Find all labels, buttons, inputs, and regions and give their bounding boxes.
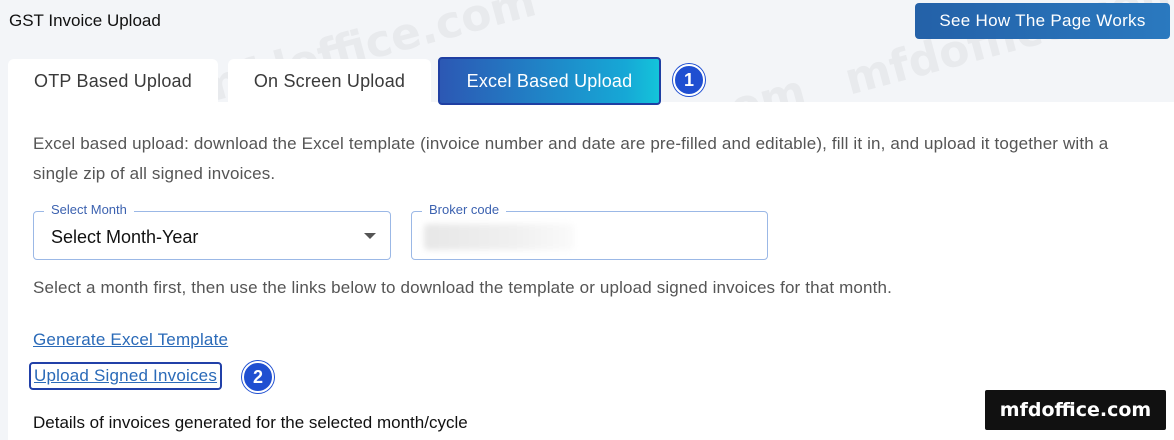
upload-description: Excel based upload: download the Excel t…	[33, 134, 1109, 183]
broker-code-field[interactable]: Broker code	[411, 202, 768, 260]
upload-signed-invoices-link[interactable]: Upload Signed Invoices	[29, 362, 223, 390]
broker-code-label: Broker code	[422, 202, 507, 217]
month-select-label: Select Month	[44, 202, 134, 217]
brand-logo: mfdoffice.com	[985, 390, 1166, 430]
month-select[interactable]: Select Month Select Month-Year	[33, 202, 391, 260]
month-hint: Select a month first, then use the links…	[33, 278, 892, 297]
invoice-details-heading: Details of invoices generated for the se…	[33, 413, 468, 432]
generate-excel-template-link[interactable]: Generate Excel Template	[33, 330, 228, 350]
tab-otp-upload[interactable]: OTP Based Upload	[8, 59, 218, 103]
how-page-works-button[interactable]: See How The Page Works	[915, 3, 1170, 39]
caret-down-icon	[364, 233, 376, 239]
tab-on-screen-upload[interactable]: On Screen Upload	[228, 59, 431, 103]
redacted-value	[424, 224, 574, 250]
tab-excel-upload[interactable]: Excel Based Upload	[438, 57, 661, 105]
step-badge-2: 2	[242, 361, 274, 393]
step-badge-1: 1	[673, 64, 705, 96]
month-select-value: Select Month-Year	[51, 227, 199, 247]
page-title: GST Invoice Upload	[9, 11, 161, 30]
